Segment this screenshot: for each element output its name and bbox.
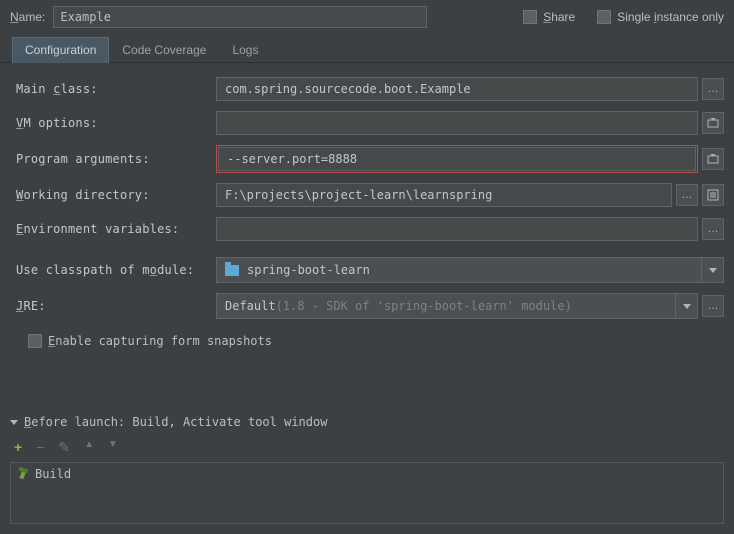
browse-button[interactable]: …	[702, 218, 724, 240]
share-label: hare	[551, 10, 575, 24]
env-vars-field[interactable]	[216, 217, 698, 241]
classpath-label: Use classpath of module:	[16, 263, 216, 277]
dropdown-arrow	[675, 293, 697, 319]
expand-icon	[707, 117, 719, 129]
browse-button[interactable]: …	[702, 78, 724, 100]
working-dir-label: Working directory:	[16, 188, 216, 202]
name-input[interactable]	[53, 6, 427, 28]
browse-button[interactable]: …	[702, 295, 724, 317]
share-checkbox[interactable]: Share	[523, 10, 575, 24]
expand-button[interactable]	[702, 148, 724, 170]
move-down-button[interactable]: ▼	[108, 439, 118, 456]
expand-button[interactable]	[702, 112, 724, 134]
classpath-dropdown[interactable]: spring-boot-learn	[216, 257, 724, 283]
vm-options-label: VM options:	[16, 116, 216, 130]
before-launch-title: efore launch: Build, Activate tool windo…	[31, 415, 327, 429]
main-class-label: Main class:	[16, 82, 216, 96]
collapse-icon	[10, 420, 18, 425]
main-class-field[interactable]: com.spring.sourcecode.boot.Example	[216, 77, 698, 101]
enable-capturing-label: nable capturing form snapshots	[55, 334, 272, 348]
single-instance-checkbox[interactable]: Single instance only	[597, 10, 724, 24]
jre-dropdown[interactable]: Default (1.8 - SDK of 'spring-boot-learn…	[216, 293, 698, 319]
tab-logs[interactable]: Logs	[219, 37, 271, 63]
tab-configuration[interactable]: Configuration	[12, 37, 109, 63]
checkbox-box-icon	[28, 334, 42, 348]
dropdown-arrow	[701, 257, 723, 283]
program-args-label: Program arguments:	[16, 152, 216, 166]
checkbox-box-icon	[523, 10, 537, 24]
chevron-down-icon	[683, 304, 691, 309]
add-task-button[interactable]: +	[14, 439, 22, 456]
vm-options-field[interactable]	[216, 111, 698, 135]
tab-strip: Configuration Code Coverage Logs	[0, 36, 734, 63]
single-instance-label: nstance only	[657, 10, 724, 24]
remove-task-button[interactable]: −	[36, 439, 44, 456]
expand-icon	[707, 153, 719, 165]
program-args-highlight: --server.port=8888	[216, 145, 698, 173]
program-args-field[interactable]: --server.port=8888	[218, 147, 696, 171]
name-label: Name:	[10, 10, 45, 24]
before-launch-header[interactable]: Before launch: Build, Activate tool wind…	[0, 409, 734, 439]
list-button[interactable]	[702, 184, 724, 206]
checkbox-box-icon	[597, 10, 611, 24]
list-icon	[707, 189, 719, 201]
before-launch-task-list[interactable]: Build	[10, 462, 724, 524]
working-dir-field[interactable]: F:\projects\project-learn\learnspring	[216, 183, 672, 207]
jre-value-prefix: Default	[225, 299, 276, 313]
jre-value-suffix: (1.8 - SDK of 'spring-boot-learn' module…	[276, 299, 572, 313]
task-build[interactable]: Build	[17, 467, 71, 481]
folder-icon	[225, 265, 239, 276]
task-build-label: Build	[35, 467, 71, 481]
edit-task-button[interactable]: ✎	[58, 439, 70, 456]
jre-label: JRE:	[16, 299, 216, 313]
hammer-icon	[17, 468, 29, 480]
classpath-value: spring-boot-learn	[247, 263, 370, 277]
move-up-button[interactable]: ▲	[84, 439, 94, 456]
chevron-down-icon	[709, 268, 717, 273]
browse-button[interactable]: …	[676, 184, 698, 206]
tab-code-coverage[interactable]: Code Coverage	[109, 37, 219, 63]
enable-capturing-checkbox[interactable]: Enable capturing form snapshots	[28, 334, 272, 348]
env-vars-label: Environment variables:	[16, 222, 216, 236]
